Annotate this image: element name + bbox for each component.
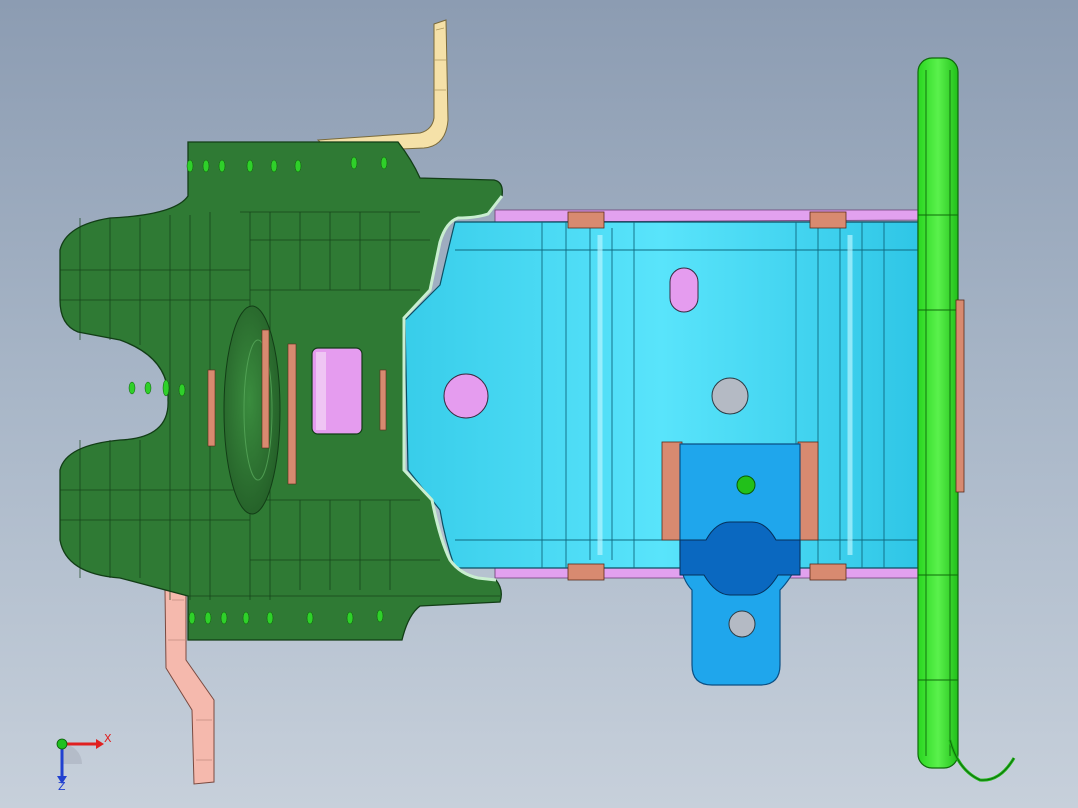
cad-viewport[interactable]: X Z <box>0 0 1078 808</box>
origin-marker <box>56 738 68 750</box>
channel-part[interactable] <box>404 221 919 569</box>
side-clip <box>955 299 965 493</box>
z-axis-label: Z <box>58 780 66 793</box>
round-hole <box>711 377 749 415</box>
x-axis-label: X <box>104 732 112 745</box>
upper-hook-part[interactable] <box>316 19 449 153</box>
lower-tab-part[interactable] <box>661 441 819 686</box>
round-hole <box>443 373 489 419</box>
model-canvas[interactable]: X Z <box>0 0 1078 808</box>
round-hole <box>728 610 756 638</box>
weld-point <box>736 475 756 495</box>
axis-triad: X Z <box>56 732 112 793</box>
end-plate-part[interactable] <box>917 57 1016 782</box>
slot-hole <box>669 267 699 313</box>
